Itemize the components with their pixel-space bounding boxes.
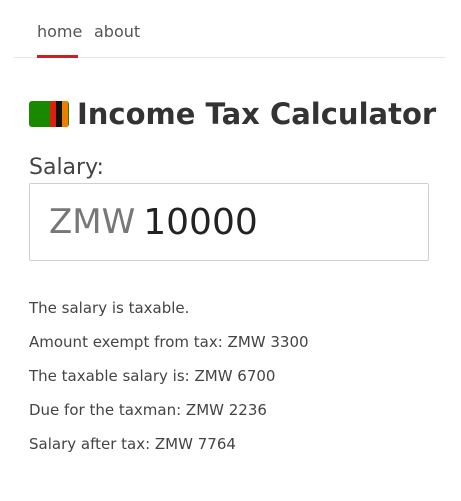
active-nav-indicator bbox=[37, 55, 78, 58]
nav-link-about[interactable]: about bbox=[94, 22, 140, 42]
result-tax-due: Due for the taxman: ZMW 2236 bbox=[29, 401, 267, 419]
result-salary-after-tax: Salary after tax: ZMW 7764 bbox=[29, 435, 236, 453]
nav-link-home[interactable]: home bbox=[37, 22, 82, 42]
top-nav: home about bbox=[14, 0, 446, 58]
salary-input[interactable] bbox=[143, 201, 374, 243]
currency-prefix: ZMW bbox=[49, 202, 136, 242]
zambia-flag-icon bbox=[29, 101, 69, 127]
page-title-text: Income Tax Calculator bbox=[77, 97, 437, 131]
result-taxable-salary: The taxable salary is: ZMW 6700 bbox=[29, 367, 276, 385]
result-exempt-amount: Amount exempt from tax: ZMW 3300 bbox=[29, 333, 309, 351]
results-panel: The salary is taxable. Amount exempt fro… bbox=[29, 298, 309, 468]
page-title: Income Tax Calculator bbox=[29, 94, 436, 134]
salary-field[interactable]: ZMW bbox=[29, 183, 429, 261]
result-taxable-status: The salary is taxable. bbox=[29, 299, 190, 317]
salary-label: Salary: bbox=[29, 155, 104, 180]
